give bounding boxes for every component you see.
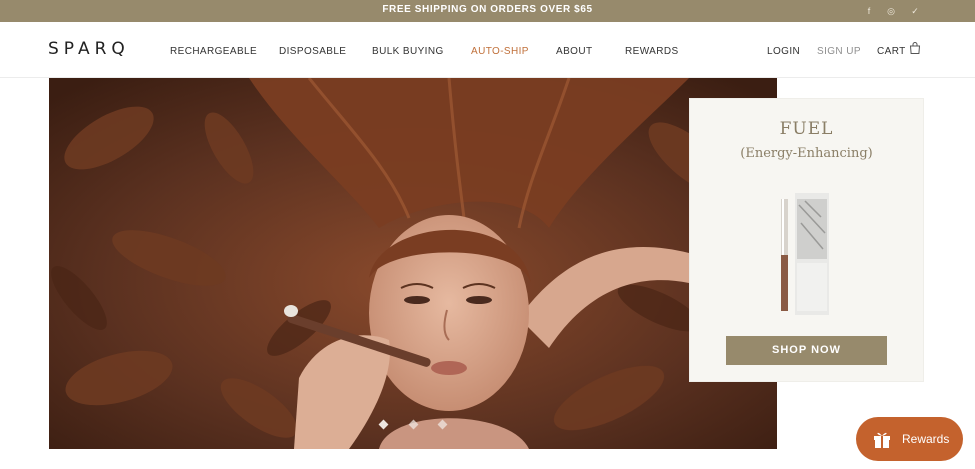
hero-image xyxy=(49,78,777,449)
featured-product-card: FUEL (Energy-Enhancing) SHOP NOW xyxy=(690,99,923,381)
signup-link[interactable]: SIGN UP xyxy=(817,46,861,57)
nav-item-rechargeable[interactable]: RECHARGEABLE xyxy=(170,46,257,57)
instagram-icon[interactable]: ◎ xyxy=(884,4,898,18)
nav-item-bulk-buying[interactable]: BULK BUYING xyxy=(372,46,444,57)
announcement-bar: FREE SHIPPING ON ORDERS OVER $65 f ◎ ✓ xyxy=(0,0,975,22)
product-name: FUEL xyxy=(779,119,834,139)
nav-item-about[interactable]: ABOUT xyxy=(556,46,592,57)
twitter-icon[interactable]: ✓ xyxy=(908,4,922,18)
site-header: SPARQ RECHARGEABLE DISPOSABLE BULK BUYIN… xyxy=(0,22,975,78)
shop-now-button[interactable]: SHOP NOW xyxy=(726,336,887,365)
login-link[interactable]: LOGIN xyxy=(767,46,800,57)
nav-item-disposable[interactable]: DISPOSABLE xyxy=(279,46,346,57)
nav-item-rewards[interactable]: REWARDS xyxy=(625,46,679,57)
gift-icon xyxy=(874,432,890,448)
hero-slider[interactable] xyxy=(49,78,777,449)
cart-link[interactable]: CART xyxy=(877,46,906,57)
cart-bag-icon[interactable] xyxy=(908,41,922,55)
rewards-label: Rewards xyxy=(902,432,950,446)
brand-logo[interactable]: SPARQ xyxy=(48,39,130,59)
product-subtitle: (Energy-Enhancing) xyxy=(740,146,873,161)
slider-dot[interactable] xyxy=(408,419,418,430)
nav-item-auto-ship[interactable]: AUTO-SHIP xyxy=(471,46,529,57)
facebook-icon[interactable]: f xyxy=(862,4,876,18)
slider-dot[interactable] xyxy=(437,419,448,430)
slider-dots xyxy=(49,415,777,433)
rewards-launcher-button[interactable]: Rewards xyxy=(856,417,963,461)
announcement-text: FREE SHIPPING ON ORDERS OVER $65 xyxy=(382,4,593,15)
product-image[interactable] xyxy=(775,193,835,315)
slider-dot[interactable] xyxy=(378,419,389,430)
